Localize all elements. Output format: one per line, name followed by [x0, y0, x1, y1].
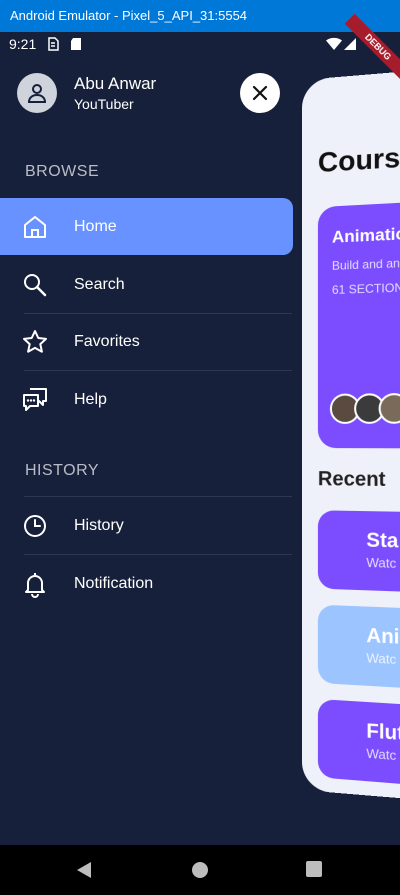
signal-icon — [343, 37, 357, 54]
recent-card-subtitle: Watc — [366, 554, 397, 571]
status-time: 9:21 — [9, 36, 37, 52]
contributor-avatars — [329, 392, 400, 424]
close-menu-button[interactable] — [240, 73, 280, 113]
star-icon — [23, 330, 47, 353]
home-icon — [24, 216, 46, 238]
back-icon — [77, 862, 91, 878]
overview-square-icon — [306, 861, 322, 877]
menu-item-help[interactable]: Help — [0, 371, 293, 428]
menu-item-home[interactable]: Home — [0, 198, 293, 255]
recent-card-subtitle: Watc — [366, 745, 397, 764]
wifi-icon — [326, 37, 342, 54]
section-history: HISTORY — [25, 462, 100, 479]
recent-title: Recent — [317, 468, 386, 492]
home-circle-icon — [192, 862, 208, 878]
menu-item-favorites[interactable]: Favorites — [0, 313, 293, 370]
menu-item-label: Favorites — [74, 332, 140, 350]
back-button[interactable] — [76, 861, 92, 884]
menu-item-label: Notification — [74, 574, 154, 592]
recent-card[interactable]: Sta Watc — [317, 510, 400, 596]
recent-card[interactable]: Anir Watc — [317, 604, 400, 695]
main-content-card[interactable]: Cours Animatio SwiftUI Build and an app … — [302, 61, 400, 809]
sd-card-icon — [70, 37, 82, 54]
sim-icon — [47, 37, 59, 54]
search-icon — [24, 274, 47, 297]
recent-card[interactable]: Flutt Watc — [317, 698, 400, 794]
chat-help-icon — [23, 388, 47, 411]
menu-item-notification[interactable]: Notification — [0, 555, 293, 612]
menu-item-label: Search — [74, 275, 125, 293]
navigation-bar — [0, 845, 400, 895]
recent-card-subtitle: Watc — [366, 650, 397, 668]
clock-icon — [24, 515, 46, 537]
course-title: Animatio SwiftUI — [331, 221, 400, 247]
recent-card-title: Sta — [366, 529, 399, 553]
menu-item-label: Home — [74, 217, 117, 235]
course-card[interactable]: Animatio SwiftUI Build and an app from s… — [317, 196, 400, 449]
window-title: Android Emulator - Pixel_5_API_31:5554 — [0, 0, 400, 32]
profile-role: YouTuber — [74, 96, 134, 112]
course-sections: 61 SECTION — [331, 280, 400, 298]
close-icon — [252, 85, 268, 101]
home-button[interactable] — [191, 861, 209, 884]
menu-item-history[interactable]: History — [0, 497, 293, 554]
menu-item-search[interactable]: Search — [0, 256, 293, 313]
side-menu: Abu Anwar YouTuber BROWSE Home Search Fa… — [0, 57, 300, 845]
avatar — [378, 392, 400, 424]
course-description: Build and an app from scr — [331, 253, 400, 273]
section-browse: BROWSE — [25, 163, 100, 180]
avatar — [17, 73, 57, 113]
overview-button[interactable] — [306, 861, 322, 882]
profile-name: Abu Anwar — [74, 74, 157, 93]
menu-item-label: History — [74, 516, 124, 534]
person-icon — [27, 84, 47, 103]
status-bar: 9:21 — [0, 32, 400, 57]
menu-item-label: Help — [74, 390, 107, 408]
bell-icon — [25, 573, 45, 598]
courses-title: Cours — [317, 141, 400, 179]
